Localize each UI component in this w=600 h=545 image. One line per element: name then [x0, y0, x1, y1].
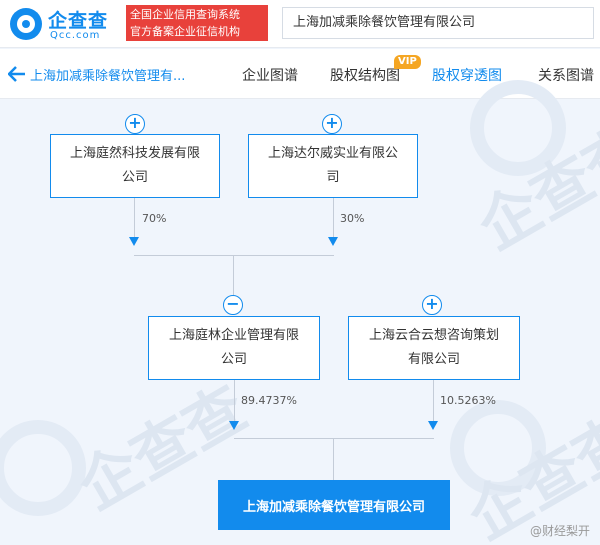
connector-line	[134, 255, 334, 256]
connector-line	[333, 198, 334, 238]
connector-line	[234, 380, 235, 422]
watermark-logo-icon	[450, 400, 546, 496]
node-name-line: 上海庭林企业管理有限	[168, 328, 299, 343]
connector-line	[333, 438, 334, 480]
cert-line-1: 全国企业信用查询系统	[130, 8, 240, 21]
tab-relationship-graph[interactable]: 关系图谱	[538, 65, 594, 85]
watermark-logo-icon	[0, 420, 86, 516]
source-watermark: @财经梨开	[529, 524, 590, 538]
node-name-line: 公司	[121, 170, 148, 185]
qcc-logo-icon	[10, 8, 42, 40]
tab-equity-structure[interactable]: 股权结构图	[330, 65, 400, 85]
equity-penetration-chart: 企查查 企查查 企查查 + 上海庭然科技发展有限 公司 + 上海达尔威实业有限公…	[0, 80, 600, 545]
node-name-line: 上海达尔威实业有限公	[267, 146, 398, 161]
node-name-line: 上海云合云想咨询策划	[368, 328, 499, 343]
connector-line	[134, 198, 135, 238]
cert-line-2: 官方备案企业征信机构	[130, 25, 240, 38]
percent-label: 89.4737%	[241, 394, 297, 407]
target-company-node[interactable]: 上海加减乘除餐饮管理有限公司	[218, 480, 450, 530]
arrow-down-icon	[229, 421, 239, 430]
expand-toggle-icon[interactable]: +	[125, 114, 145, 134]
node-name-line: 有限公司	[407, 352, 460, 367]
arrow-down-icon	[328, 237, 338, 246]
percent-label: 10.5263%	[440, 394, 496, 407]
connector-line	[233, 255, 234, 295]
page: 企查查 Qcc.com 全国企业信用查询系统 官方备案企业征信机构 上海加减乘除…	[0, 0, 600, 545]
logo-domain: Qcc.com	[50, 30, 101, 41]
certification-badge: 全国企业信用查询系统 官方备案企业征信机构	[126, 5, 268, 41]
node-name-line: 司	[326, 170, 340, 185]
tab-equity-penetration[interactable]: 股权穿透图	[432, 65, 502, 85]
shareholder-node[interactable]: 上海庭林企业管理有限 公司	[148, 316, 320, 380]
watermark-logo-icon	[470, 80, 566, 176]
header-bar: 企查查 Qcc.com 全国企业信用查询系统 官方备案企业征信机构 上海加减乘除…	[0, 0, 600, 48]
logo-name: 企查查	[48, 10, 109, 32]
expand-toggle-icon[interactable]: +	[322, 114, 342, 134]
percent-label: 30%	[340, 212, 365, 225]
collapse-toggle-icon[interactable]: −	[223, 295, 243, 315]
connector-line	[433, 380, 434, 422]
qcc-logo[interactable]: 企查查 Qcc.com	[10, 6, 122, 42]
percent-label: 70%	[142, 212, 167, 225]
connector-line	[234, 438, 434, 439]
tab-enterprise-graph[interactable]: 企业图谱	[242, 65, 298, 85]
arrow-down-icon	[129, 237, 139, 246]
expand-toggle-icon[interactable]: +	[422, 295, 442, 315]
node-name-line: 上海庭然科技发展有限	[69, 146, 200, 161]
shareholder-node[interactable]: 上海达尔威实业有限公 司	[248, 134, 418, 198]
left-arrow-icon[interactable]	[8, 66, 26, 82]
arrow-down-icon	[428, 421, 438, 430]
shareholder-node[interactable]: 上海云合云想咨询策划 有限公司	[348, 316, 520, 380]
nav-company-name[interactable]: 上海加减乘除餐饮管理有...	[30, 65, 185, 84]
search-input[interactable]: 上海加减乘除餐饮管理有限公司	[282, 7, 594, 39]
node-name-line: 公司	[220, 352, 247, 367]
vip-badge: VIP	[394, 55, 421, 69]
shareholder-node[interactable]: 上海庭然科技发展有限 公司	[50, 134, 220, 198]
